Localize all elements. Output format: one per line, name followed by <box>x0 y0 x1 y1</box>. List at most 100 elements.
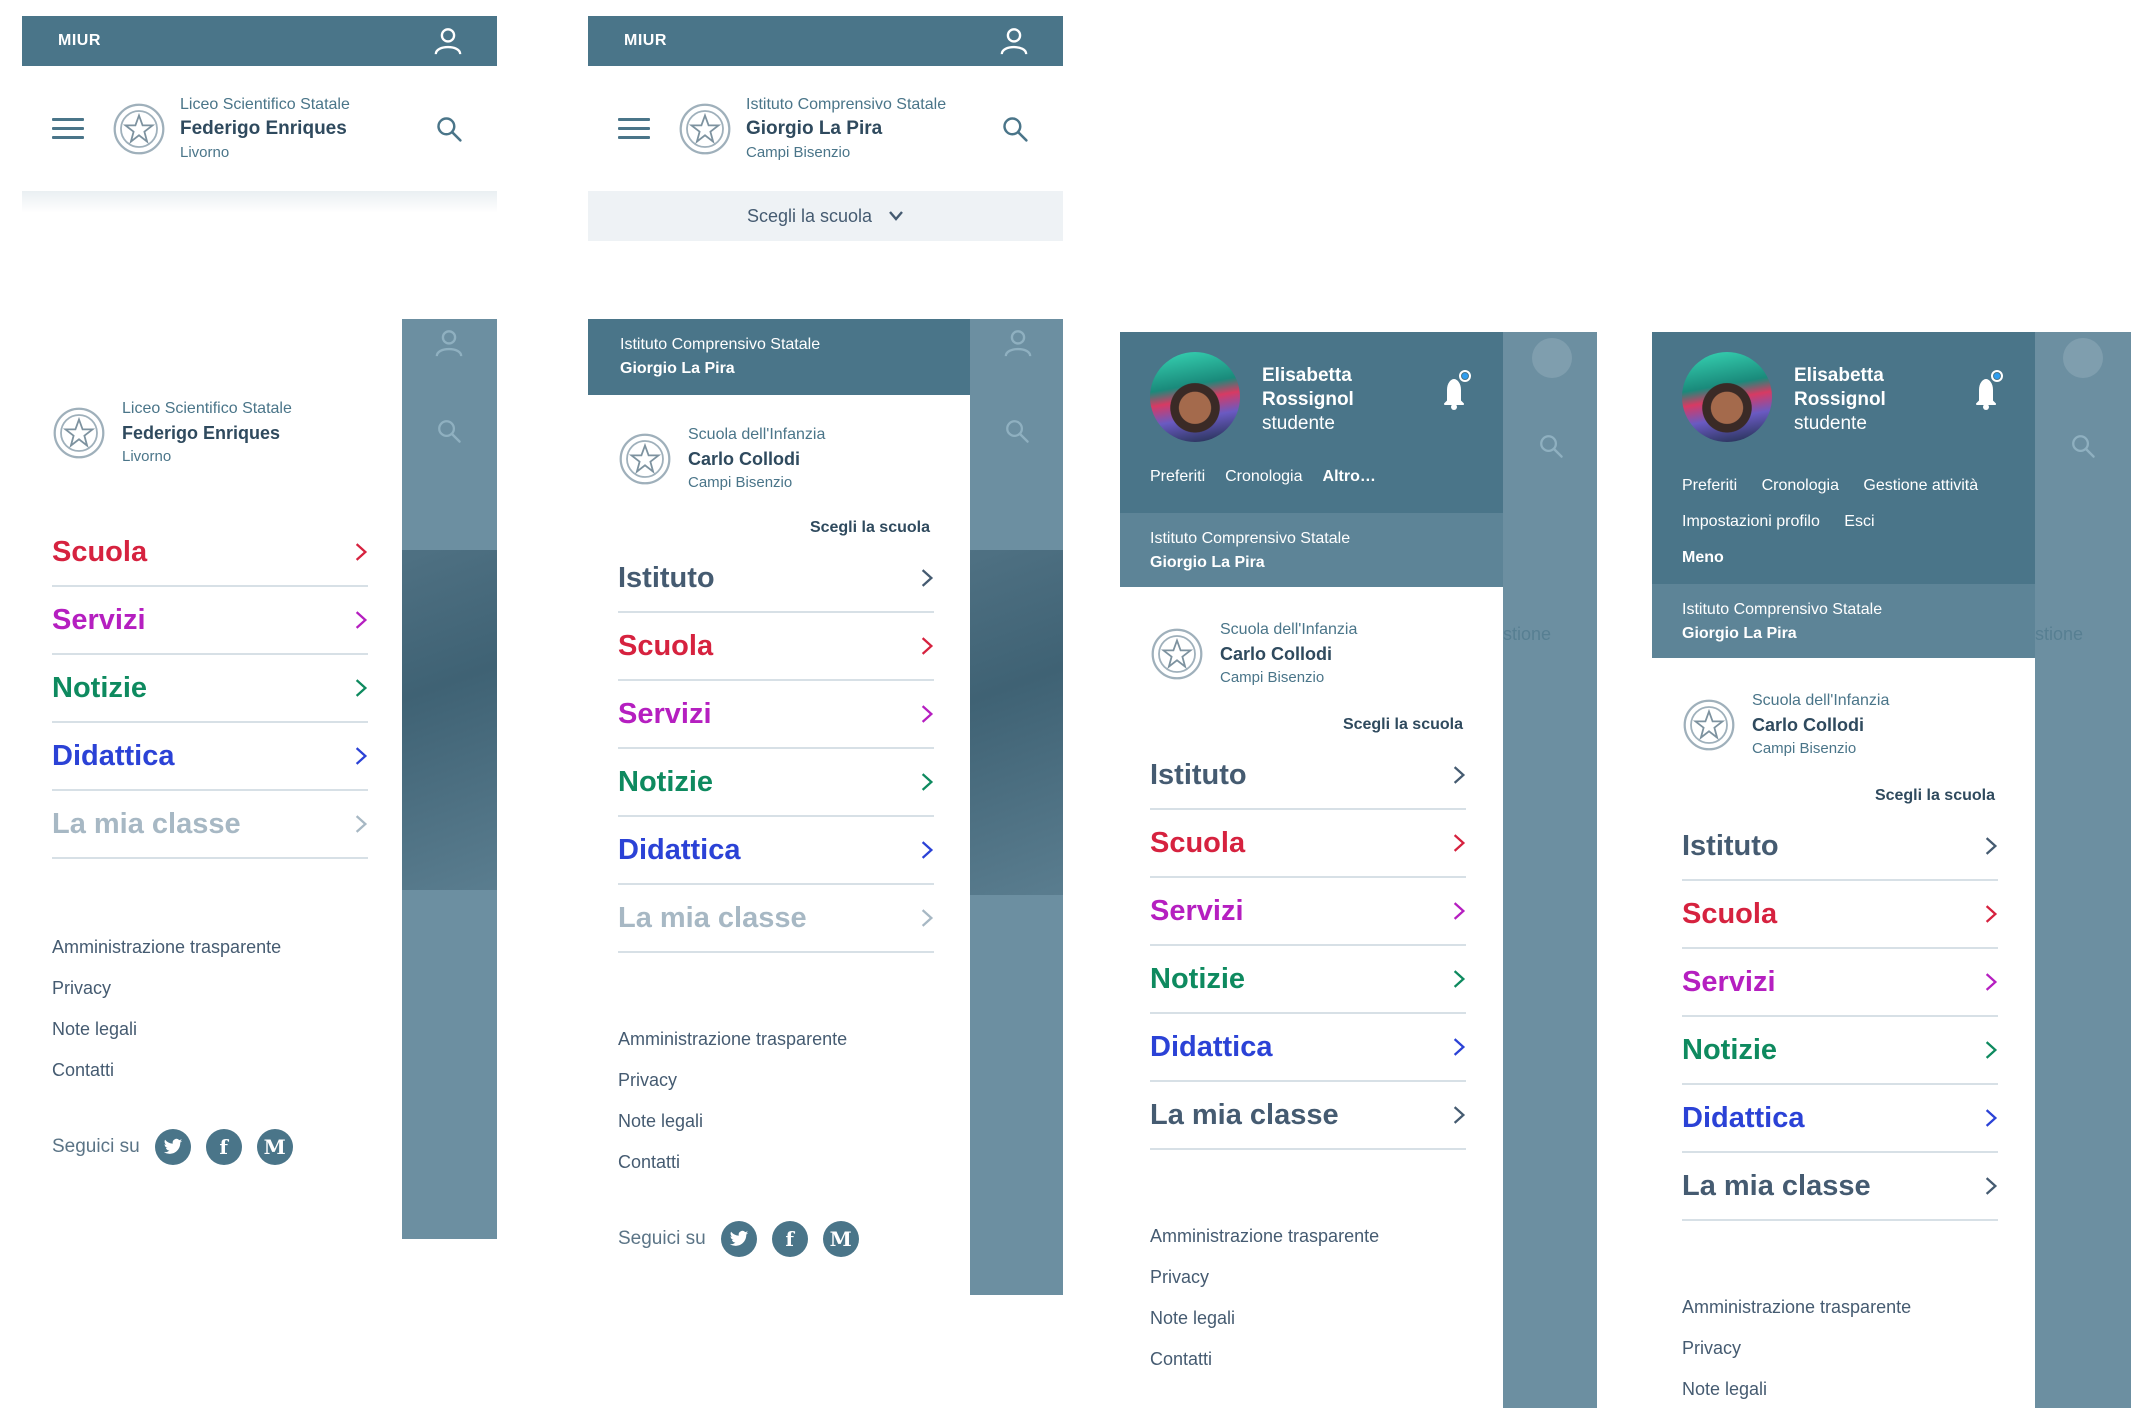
nav-item-servizi[interactable]: Servizi <box>618 681 934 749</box>
hamburger-menu-icon[interactable] <box>52 112 84 145</box>
nav-item-istituto[interactable]: Istituto <box>1682 813 1998 881</box>
parent-school-name: Giorgio La Pira <box>1150 554 1265 571</box>
chevron-right-icon <box>920 907 934 929</box>
quick-link-gestione-attivita[interactable]: Gestione attività <box>1863 477 1978 494</box>
drawer-school-brand[interactable]: Scuola dell'Infanzia Carlo Collodi Campi… <box>1682 689 1889 761</box>
nav-label: La mia classe <box>52 807 241 840</box>
school-type: Scuola dell'Infanzia <box>1220 621 1358 638</box>
school-brand[interactable]: Istituto Comprensivo Statale Giorgio La … <box>746 93 1001 165</box>
nav-item-didattica[interactable]: Didattica <box>1150 1014 1466 1082</box>
nav-item-istituto[interactable]: Istituto <box>618 545 934 613</box>
main-nav: Scuola Servizi Notizie Didattica La mia … <box>52 519 368 859</box>
nav-label: Istituto <box>1682 829 1779 862</box>
parent-school-type: Istituto Comprensivo Statale <box>620 336 821 353</box>
search-icon[interactable] <box>435 115 463 143</box>
nav-item-didattica[interactable]: Didattica <box>52 723 368 791</box>
nav-item-didattica[interactable]: Didattica <box>1682 1085 1998 1153</box>
nav-item-istituto[interactable]: Istituto <box>1150 742 1466 810</box>
footer-links: Amministrazione trasparente Privacy Note… <box>52 927 281 1091</box>
twitter-icon[interactable] <box>154 1129 191 1165</box>
footer-link-amministrazione[interactable]: Amministrazione trasparente <box>52 927 281 968</box>
choose-school-link[interactable]: Scegli la scuola <box>1875 787 1995 805</box>
quick-link-preferiti[interactable]: Preferiti <box>1150 468 1205 486</box>
nav-item-la-mia-classe[interactable]: La mia classe <box>618 885 934 953</box>
quick-link-impostazioni[interactable]: Impostazioni profilo <box>1682 513 1820 530</box>
footer-link-amministrazione[interactable]: Amministrazione trasparente <box>1150 1216 1379 1257</box>
school-name: Federigo Enriques <box>180 117 347 139</box>
footer-link-privacy[interactable]: Privacy <box>618 1060 847 1101</box>
medium-icon[interactable]: M <box>822 1221 859 1257</box>
nav-item-la-mia-classe[interactable]: La mia classe <box>52 791 368 859</box>
search-icon[interactable] <box>1001 115 1029 143</box>
background-text: stione <box>1503 624 1552 644</box>
social-row: Seguici su f M <box>618 1221 859 1257</box>
footer-link-amministrazione[interactable]: Amministrazione trasparente <box>1682 1287 1911 1328</box>
facebook-icon[interactable]: f <box>205 1129 242 1165</box>
quick-link-meno[interactable]: Meno <box>1682 549 1724 566</box>
footer-link-note-legali[interactable]: Note legali <box>1150 1298 1379 1339</box>
quick-link-preferiti[interactable]: Preferiti <box>1682 477 1737 494</box>
drawer-school-brand[interactable]: Scuola dell'Infanzia Carlo Collodi Campi… <box>618 423 825 495</box>
nav-item-servizi[interactable]: Servizi <box>1682 949 1998 1017</box>
main-nav: Istituto Scuola Servizi Notizie Didattic… <box>1682 813 1998 1221</box>
user-last-name: Rossignol <box>1262 389 1354 410</box>
nav-label: Istituto <box>1150 758 1247 791</box>
footer-link-note-legali[interactable]: Note legali <box>618 1101 847 1142</box>
background-text: stione <box>2035 624 2084 644</box>
parent-school-strip[interactable]: Istituto Comprensivo Statale Giorgio La … <box>1120 513 1503 587</box>
quick-link-esci[interactable]: Esci <box>1844 513 1874 530</box>
nav-item-notizie[interactable]: Notizie <box>1150 946 1466 1014</box>
nav-item-scuola[interactable]: Scuola <box>618 613 934 681</box>
parent-school-strip[interactable]: Istituto Comprensivo Statale Giorgio La … <box>1652 584 2035 658</box>
user-avatar[interactable] <box>1150 352 1240 442</box>
facebook-icon[interactable]: f <box>771 1221 808 1257</box>
twitter-icon[interactable] <box>720 1221 757 1257</box>
footer-link-note-legali[interactable]: Note legali <box>52 1009 281 1050</box>
bell-icon[interactable] <box>1434 368 1474 412</box>
nav-item-notizie[interactable]: Notizie <box>1682 1017 1998 1085</box>
user-icon[interactable] <box>433 25 463 57</box>
footer-link-contatti[interactable]: Contatti <box>1150 1339 1379 1380</box>
school-city: Livorno <box>122 448 172 465</box>
choose-school-link[interactable]: Scegli la scuola <box>1343 716 1463 734</box>
user-icon[interactable] <box>999 25 1029 57</box>
quick-link-cronologia[interactable]: Cronologia <box>1762 477 1839 494</box>
nav-item-notizie[interactable]: Notizie <box>52 655 368 723</box>
school-city: Livorno <box>180 143 230 161</box>
footer-link-contatti[interactable]: Contatti <box>618 1142 847 1183</box>
medium-icon[interactable]: M <box>256 1129 293 1165</box>
drawer-school-brand[interactable]: Liceo Scientifico Statale Federigo Enriq… <box>52 397 292 469</box>
nav-label: Scuola <box>52 535 148 568</box>
school-type: Scuola dell'Infanzia <box>1752 692 1890 709</box>
choose-school-bar[interactable]: Scegli la scuola <box>588 191 1063 241</box>
parent-school-strip[interactable]: Istituto Comprensivo Statale Giorgio La … <box>588 319 970 395</box>
choose-school-link[interactable]: Scegli la scuola <box>810 519 930 537</box>
nav-item-scuola[interactable]: Scuola <box>1682 881 1998 949</box>
footer-link-privacy[interactable]: Privacy <box>1682 1328 1911 1369</box>
quick-link-cronologia[interactable]: Cronologia <box>1225 468 1302 486</box>
footer-link-contatti[interactable]: Contatti <box>52 1050 281 1091</box>
nav-item-la-mia-classe[interactable]: La mia classe <box>1682 1153 1998 1221</box>
hamburger-menu-icon[interactable] <box>618 112 650 145</box>
nav-item-la-mia-classe[interactable]: La mia classe <box>1150 1082 1466 1150</box>
nav-item-didattica[interactable]: Didattica <box>618 817 934 885</box>
footer-link-privacy[interactable]: Privacy <box>1150 1257 1379 1298</box>
footer-link-privacy[interactable]: Privacy <box>52 968 281 1009</box>
school-brand[interactable]: Liceo Scientifico Statale Federigo Enriq… <box>180 93 435 165</box>
school-type: Liceo Scientifico Statale <box>122 400 292 417</box>
bell-icon[interactable] <box>1966 368 2006 412</box>
quick-link-altro[interactable]: Altro… <box>1323 468 1376 486</box>
nav-item-servizi[interactable]: Servizi <box>52 587 368 655</box>
nav-item-scuola[interactable]: Scuola <box>52 519 368 587</box>
footer-link-amministrazione[interactable]: Amministrazione trasparente <box>618 1019 847 1060</box>
chevron-right-icon <box>1452 764 1466 786</box>
drawer-school-brand[interactable]: Scuola dell'Infanzia Carlo Collodi Campi… <box>1150 618 1357 690</box>
user-avatar[interactable] <box>1682 352 1772 442</box>
nav-item-servizi[interactable]: Servizi <box>1150 878 1466 946</box>
nav-item-scuola[interactable]: Scuola <box>1150 810 1466 878</box>
chevron-right-icon <box>920 635 934 657</box>
quick-links: Preferiti Cronologia Gestione attività I… <box>1682 468 2012 576</box>
footer-link-note-legali[interactable]: Note legali <box>1682 1369 1911 1410</box>
nav-item-notizie[interactable]: Notizie <box>618 749 934 817</box>
school-type: Liceo Scientifico Statale <box>180 95 350 113</box>
